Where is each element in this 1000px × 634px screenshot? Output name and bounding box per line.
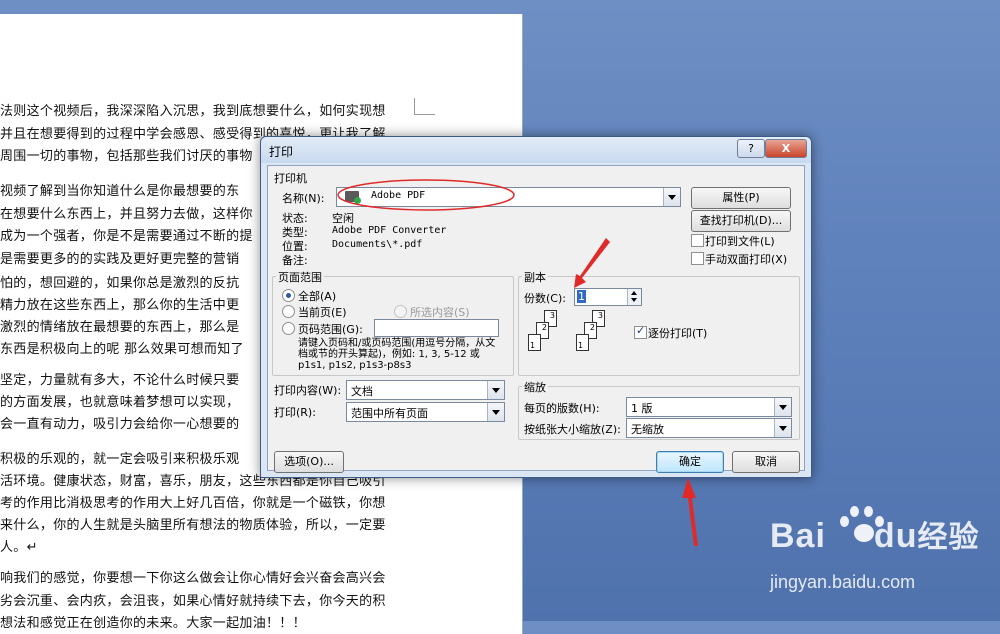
- type-value: Adobe PDF Converter: [332, 225, 447, 236]
- help-button[interactable]: ?: [737, 139, 765, 158]
- comment-label: 备注:: [282, 254, 308, 267]
- printer-name-label: 名称(N):: [282, 192, 325, 205]
- collate-label: 逐份打印(T): [648, 327, 708, 340]
- ok-button[interactable]: 确定: [656, 451, 724, 473]
- copies-count-label: 份数(C):: [524, 292, 566, 305]
- printer-group-label: 打印机: [274, 172, 307, 185]
- ok-arrow-icon: [682, 478, 698, 546]
- print-what-select[interactable]: 文档: [346, 380, 505, 400]
- watermark-url: jingyan.baidu.com: [770, 572, 916, 592]
- collate-preview-icon: 3 2 1 3 2 1: [528, 310, 605, 351]
- print-select[interactable]: 范围中所有页面: [346, 402, 505, 422]
- copies-count-input[interactable]: 1: [574, 288, 642, 306]
- properties-button[interactable]: 属性(P): [691, 187, 791, 209]
- document-line: 来什么，你的人生就是头脑里所有想法的物质体验，所以，一定要: [0, 518, 386, 533]
- print-to-file-label: 打印到文件(L): [705, 235, 775, 248]
- dialog-title: 打印: [269, 145, 294, 159]
- dialog-titlebar: 打印 ? X: [261, 137, 811, 163]
- print-value: 范围中所有页面: [351, 407, 428, 420]
- pages-per-sheet-select[interactable]: 1 版: [626, 397, 792, 417]
- margin-mark: [414, 98, 435, 115]
- chevron-down-icon[interactable]: [663, 188, 680, 206]
- document-line: 人。↵: [0, 540, 38, 555]
- copies-count-value: 1: [577, 290, 586, 303]
- range-pages-radio[interactable]: [282, 322, 295, 335]
- spin-up-icon[interactable]: [631, 291, 637, 295]
- range-pages-label: 页码范围(G):: [298, 323, 363, 336]
- scale-select[interactable]: 无缩放: [626, 418, 792, 438]
- range-current-radio[interactable]: [282, 305, 295, 318]
- page-range-hint: 请键入页码和/或页码范围(用逗号分隔，从文档或节的开头算起)，例如: 1, 3,…: [298, 338, 496, 371]
- spin-buttons[interactable]: [627, 289, 641, 305]
- copies-arrow-icon: [574, 238, 610, 288]
- status-value: 空闲: [332, 212, 354, 225]
- range-selection-label: 所选内容(S): [410, 306, 470, 319]
- print-what-value: 文档: [351, 385, 373, 398]
- page-range-input[interactable]: [374, 319, 499, 337]
- manual-duplex-label: 手动双面打印(X): [705, 253, 788, 266]
- copies-group-label: 副本: [522, 269, 548, 285]
- chevron-down-icon[interactable]: [487, 381, 504, 399]
- printer-highlight-ellipse: [337, 179, 515, 211]
- page-range-group-label: 页面范围: [276, 269, 324, 285]
- print-label: 打印(R):: [274, 406, 316, 419]
- close-button[interactable]: X: [765, 139, 807, 158]
- document-line: 劣会沉重、会内疚，会沮丧，如果心情好就持续下去，你今天的积: [0, 594, 386, 609]
- print-what-label: 打印内容(W):: [274, 384, 342, 397]
- document-line: 法则这个视频后，我深深陷入沉思，我到底想要什么，如何实现想: [0, 104, 386, 119]
- pages-per-sheet-label: 每页的版数(H):: [524, 402, 600, 415]
- zoom-group-label: 缩放: [522, 379, 548, 395]
- options-button[interactable]: 选项(O)...: [274, 451, 344, 473]
- scale-value: 无缩放: [631, 423, 664, 436]
- spin-down-icon[interactable]: [631, 298, 637, 302]
- cancel-button[interactable]: 取消: [732, 451, 800, 473]
- paw-icon: [836, 506, 884, 546]
- scale-label: 按纸张大小缩放(Z):: [524, 423, 621, 436]
- range-current-label: 当前页(E): [298, 306, 347, 319]
- collate-checkbox[interactable]: [634, 324, 647, 339]
- range-all-label: 全部(A): [298, 290, 337, 303]
- document-line: 考的作用比消极思考的作用大上好几百倍，你就是一个磁铁，你想: [0, 496, 386, 511]
- pages-per-sheet-value: 1 版: [631, 402, 653, 415]
- document-line: 响我们的感觉，你要想一下你这么做会让你心情好会兴奋会高兴会: [0, 571, 386, 586]
- chevron-down-icon[interactable]: [774, 419, 791, 437]
- find-printer-button[interactable]: 查找打印机(D)...: [691, 210, 791, 232]
- location-value: Documents\*.pdf: [332, 239, 423, 250]
- chevron-down-icon[interactable]: [487, 403, 504, 421]
- baidu-watermark: Bai du经验 jingyan.baidu.com: [770, 506, 979, 592]
- manual-duplex-checkbox[interactable]: [691, 252, 704, 265]
- chevron-down-icon[interactable]: [774, 398, 791, 416]
- print-to-file-checkbox[interactable]: [691, 234, 704, 247]
- range-all-radio[interactable]: [282, 289, 295, 302]
- document-line: 想法和感觉正在创造你的未来。大家一起加油！！！: [0, 616, 306, 631]
- print-dialog: 打印 ? X 打印机 名称(N): Adobe PDF 属性(P) 查找打印机(…: [260, 136, 812, 478]
- dialog-body: 打印机 名称(N): Adobe PDF 属性(P) 查找打印机(D)... 状…: [267, 165, 805, 473]
- range-selection-radio[interactable]: [394, 305, 407, 318]
